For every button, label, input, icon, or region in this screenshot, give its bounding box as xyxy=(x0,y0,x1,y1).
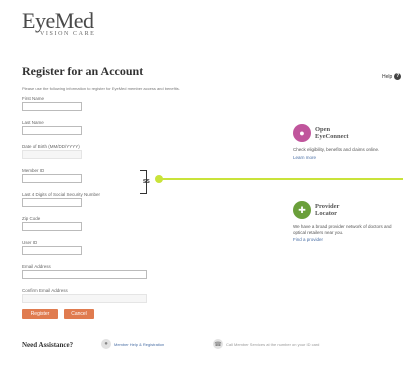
question-icon: ? xyxy=(394,73,402,80)
promo-title: Open EyeConnect xyxy=(315,126,349,140)
ssn-connector-label: SS xyxy=(143,179,150,185)
first-name-field: First Name xyxy=(22,95,82,111)
first-name-input[interactable] xyxy=(22,102,82,111)
promo-link[interactable]: Find a provider xyxy=(293,237,401,242)
confirm-email-input[interactable] xyxy=(22,294,147,303)
logo-tagline: VISION CARE xyxy=(40,31,96,37)
eye-icon: ● xyxy=(293,124,311,142)
user-id-label: User ID xyxy=(22,240,38,245)
member-id-label: Member ID xyxy=(22,168,45,173)
email-field: Email Address xyxy=(22,263,147,279)
page-title: Register for an Account xyxy=(22,64,144,78)
ssn-input[interactable] xyxy=(22,198,82,207)
last-name-label: Last Name xyxy=(22,120,44,125)
email-label: Email Address xyxy=(22,264,51,269)
zip-code-field: Zip Code xyxy=(22,215,82,231)
first-name-label: First Name xyxy=(22,96,45,101)
dob-field: Date of Birth (MM/DD/YYYY) xyxy=(22,143,82,159)
promo-title-line2: EyeConnect xyxy=(315,133,349,140)
user-id-input[interactable] xyxy=(22,246,82,255)
dob-label: Date of Birth (MM/DD/YYYY) xyxy=(22,144,80,149)
member-id-field: Member ID xyxy=(22,167,82,183)
member-help-text: Member Help & Registration xyxy=(114,341,165,347)
ssn-label: Last 4 Digits of Social Security Number xyxy=(22,192,101,197)
help-label: Help xyxy=(382,73,393,80)
doctor-icon: ✚ xyxy=(293,201,311,219)
member-services-text: Call Member Services at the number on yo… xyxy=(226,341,320,347)
promo-title-line1: Open xyxy=(315,126,331,133)
member-id-input[interactable] xyxy=(22,174,82,183)
logo-wordmark: EyeMed xyxy=(22,8,94,33)
confirm-email-label: Confirm Email Address xyxy=(22,288,68,293)
promo-title: Provider Locator xyxy=(315,203,339,217)
help-section-title: Need Assistance? xyxy=(22,341,74,349)
promo-title-line2: Locator xyxy=(315,210,338,217)
ssn-field: Last 4 Digits of Social Security Number xyxy=(22,191,100,207)
last-name-input[interactable] xyxy=(22,126,82,135)
promo-title-line1: Provider xyxy=(315,203,340,210)
promo-body: We have a broad provider network of doct… xyxy=(293,224,392,235)
user-id-field: User ID xyxy=(22,239,82,255)
intro-text: Please use the following information to … xyxy=(22,86,180,91)
confirm-email-field: Confirm Email Address xyxy=(22,287,147,303)
member-services-item: ☎ Call Member Services at the number on … xyxy=(213,339,333,349)
promo-link[interactable]: Learn more xyxy=(293,155,401,160)
promo-eyeconnect[interactable]: ● Open EyeConnect Check eligibility, ben… xyxy=(293,124,401,160)
dob-input[interactable] xyxy=(22,150,82,159)
last-name-field: Last Name xyxy=(22,119,82,135)
eyemed-logo[interactable]: EyeMed VISION CARE xyxy=(22,8,96,38)
zip-code-input[interactable] xyxy=(22,222,82,231)
email-input[interactable] xyxy=(22,270,147,279)
person-icon: ● xyxy=(101,339,111,349)
help-link[interactable]: Help ? xyxy=(382,73,402,80)
phone-icon: ☎ xyxy=(213,339,223,349)
cancel-button[interactable]: Cancel xyxy=(64,309,94,319)
connector-line xyxy=(159,178,403,180)
zip-code-label: Zip Code xyxy=(22,216,41,221)
promo-header: ✚ Provider Locator xyxy=(293,201,401,219)
promo-header: ● Open EyeConnect xyxy=(293,124,401,142)
promo-body: Check eligibility, benefits and claims o… xyxy=(293,147,380,152)
member-help-link[interactable]: ● Member Help & Registration xyxy=(101,339,164,349)
register-button[interactable]: Register xyxy=(22,309,58,319)
promo-provider-locator[interactable]: ✚ Provider Locator We have a broad provi… xyxy=(293,201,401,242)
